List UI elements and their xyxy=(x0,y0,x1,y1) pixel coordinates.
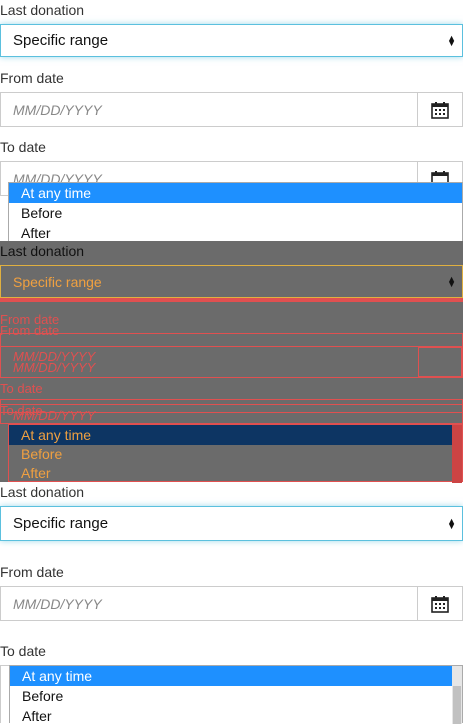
from-date-input-2[interactable]: MM/DD/YYYY xyxy=(0,586,463,621)
overlay-option-before: Before xyxy=(21,446,63,462)
dropdown-option-any-time-2[interactable]: At any time xyxy=(10,666,452,686)
last-donation-label: Last donation xyxy=(0,2,85,18)
from-date-placeholder: MM/DD/YYYY xyxy=(13,101,102,118)
overlay-from-calendar-box xyxy=(418,347,462,377)
dropdown-option-before[interactable]: Before xyxy=(9,203,462,223)
dropdown-scroll-thumb[interactable] xyxy=(453,686,461,724)
from-date-calendar-button[interactable] xyxy=(417,93,462,126)
dropdown-list[interactable]: At any time Before After xyxy=(8,182,463,242)
from-date-label: From date xyxy=(0,70,64,86)
dropdown-option-after-2[interactable]: After xyxy=(10,706,462,726)
calendar-icon xyxy=(431,101,449,119)
overlay-to-date-input: MM/DD/YYYY xyxy=(0,404,463,424)
overlay-option-after: After xyxy=(21,465,51,481)
debug-overlay: Last donation Specific range ▲ ▼ From dat… xyxy=(0,241,463,483)
overlay-select-underline xyxy=(0,298,463,302)
dropdown-option-before-2[interactable]: Before xyxy=(10,686,462,706)
last-donation-select[interactable]: Specific range ▲ ▼ xyxy=(0,24,463,57)
select-arrows-icon: ▲ ▼ xyxy=(447,32,456,48)
overlay-scrollbar xyxy=(452,425,462,483)
from-date-placeholder-2: MM/DD/YYYY xyxy=(13,595,102,612)
overlay-from-placeholder-ghost: MM/DD/YYYY xyxy=(13,360,96,375)
dropdown-option-any-time[interactable]: At any time xyxy=(9,183,462,203)
overlay-option-any-time: At any time xyxy=(21,427,92,443)
last-donation-label-2: Last donation xyxy=(0,484,85,500)
from-date-calendar-button-2[interactable] xyxy=(417,587,462,620)
overlay-dropdown: At any time Before After xyxy=(8,424,463,483)
from-date-label-2: From date xyxy=(0,564,64,580)
to-date-label-2: To date xyxy=(0,643,46,659)
overlay-last-donation-label: Last donation xyxy=(0,243,85,259)
overlay-select-value: Specific range xyxy=(13,273,102,290)
overlay-to-placeholder: MM/DD/YYYY xyxy=(13,408,96,423)
from-date-input[interactable]: MM/DD/YYYY xyxy=(0,92,463,127)
select-value: Specific range xyxy=(13,32,109,49)
last-donation-select-2[interactable]: Specific range ▲ ▼ xyxy=(0,506,463,541)
dropdown-scrollbar[interactable] xyxy=(452,666,462,724)
overlay-select: Specific range ▲ ▼ xyxy=(0,265,463,298)
to-date-label: To date xyxy=(0,139,46,155)
dropdown-list-2[interactable]: At any time Before After xyxy=(9,665,463,726)
overlay-to-date-label: To date xyxy=(0,381,43,396)
select-arrows-icon-2: ▲ ▼ xyxy=(447,515,456,531)
overlay-from-label-box xyxy=(0,333,463,347)
select-value-2: Specific range xyxy=(13,515,109,532)
overlay-from-date-input: MM/DD/YYYY MM/DD/YYYY xyxy=(0,346,463,378)
calendar-icon xyxy=(431,595,449,613)
overlay-select-arrows-icon: ▲ ▼ xyxy=(447,273,456,289)
dropdown-option-after[interactable]: After xyxy=(9,223,462,243)
